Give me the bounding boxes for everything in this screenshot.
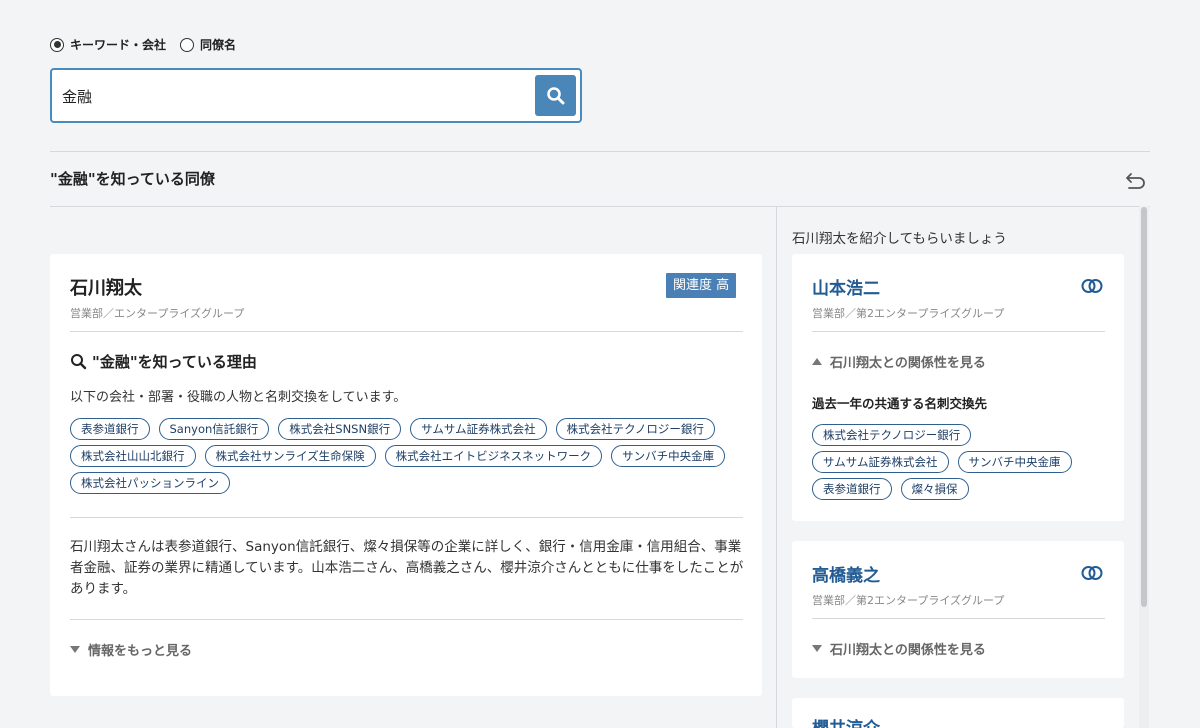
search-button[interactable] xyxy=(535,75,576,116)
company-tag[interactable]: 株式会社山山北銀行 xyxy=(70,445,196,467)
relation-toggle-label: 石川翔太との関係性を見る xyxy=(830,356,986,371)
relation-toggle[interactable]: 石川翔太との関係性を見る xyxy=(812,352,986,371)
introducer-card: 山本浩二 営業部／第2エンタープライズグループ 石川翔太との関係性を見る 過去一… xyxy=(792,254,1124,521)
company-tag[interactable]: サムサム証券株式会社 xyxy=(410,418,547,440)
search-icon xyxy=(71,353,87,369)
card-divider xyxy=(70,619,743,620)
company-tag[interactable]: 株式会社テクノロジー銀行 xyxy=(555,418,715,440)
section-top-divider xyxy=(50,151,1150,152)
company-tag[interactable]: 表参道銀行 xyxy=(812,478,892,500)
company-tag[interactable]: 燦々損保 xyxy=(900,478,969,500)
radio-selected-indicator xyxy=(50,37,64,52)
card-divider xyxy=(812,618,1105,619)
relation-toggle[interactable]: 石川翔太との関係性を見る xyxy=(812,639,986,658)
company-tag[interactable]: サンバチ中央金庫 xyxy=(611,445,726,467)
radio-colleague-label: 同僚名 xyxy=(200,38,237,52)
company-tag[interactable]: 株式会社エイトビジネスネットワーク xyxy=(384,445,603,467)
triangle-down-icon xyxy=(812,645,822,652)
section-bottom-divider xyxy=(50,206,1150,207)
company-tag[interactable]: 表参道銀行 xyxy=(70,418,150,440)
introducer-card: 高橋義之 営業部／第2エンタープライズグループ 石川翔太との関係性を見る xyxy=(792,541,1124,678)
company-tag[interactable]: Sanyon信託銀行 xyxy=(158,418,270,440)
company-tag-list: 表参道銀行 Sanyon信託銀行 株式会社SNSN銀行 サムサム証券株式会社 株… xyxy=(70,418,750,494)
search-mode-selector: キーワード・会社 同僚名 xyxy=(50,36,236,53)
introducer-dept: 営業部／第2エンタープライズグループ xyxy=(812,307,1005,320)
card-divider xyxy=(70,517,743,518)
introducer-dept: 営業部／第2エンタープライズグループ xyxy=(812,594,1005,607)
reason-title: "金融"を知っている理由 xyxy=(70,351,257,372)
relation-toggle-label: 石川翔太との関係性を見る xyxy=(830,643,986,658)
colleague-description: 石川翔太さんは表参道銀行、Sanyon信託銀行、燦々損保等の企業に詳しく、銀行・… xyxy=(70,539,744,597)
card-divider xyxy=(70,331,743,332)
introducer-card: 櫻井涼介 xyxy=(792,698,1124,728)
section-title: "金融"を知っている同僚 xyxy=(50,170,215,188)
colleague-name: 石川翔太 xyxy=(70,278,142,299)
company-tag[interactable]: サンバチ中央金庫 xyxy=(957,451,1072,473)
show-more-toggle[interactable]: 情報をもっと見る xyxy=(70,640,192,659)
link-rings-icon[interactable] xyxy=(1080,565,1104,581)
triangle-down-icon xyxy=(70,646,80,653)
panel-divider xyxy=(776,206,777,728)
introducer-name[interactable]: 高橋義之 xyxy=(812,561,880,586)
reason-title-text: "金融"を知っている理由 xyxy=(92,353,257,371)
radio-keyword-label: キーワード・会社 xyxy=(70,38,167,52)
common-contacts-title: 過去一年の共通する名刺交換先 xyxy=(812,396,988,411)
colleague-card: 石川翔太 営業部／エンタープライズグループ 関連度 高 "金融"を知っている理由… xyxy=(50,254,762,696)
introducer-name[interactable]: 櫻井涼介 xyxy=(812,714,880,728)
company-tag[interactable]: 株式会社サンライズ生命保険 xyxy=(204,445,376,467)
relevance-badge: 関連度 高 xyxy=(666,273,737,298)
search-icon xyxy=(546,86,564,104)
common-tag-list: 株式会社テクノロジー銀行 サムサム証券株式会社 サンバチ中央金庫 表参道銀行 燦… xyxy=(812,424,1112,500)
search-input[interactable] xyxy=(62,82,522,110)
intro-panel-title: 石川翔太を紹介してもらいましょう xyxy=(792,231,1007,247)
company-tag[interactable]: 株式会社パッションライン xyxy=(70,472,230,494)
reason-subtitle: 以下の会社・部署・役職の人物と名刺交換をしています。 xyxy=(70,390,407,405)
search-box xyxy=(50,68,582,123)
colleague-dept: 営業部／エンタープライズグループ xyxy=(70,307,245,320)
link-rings-icon[interactable] xyxy=(1080,278,1104,294)
radio-keyword-company[interactable]: キーワード・会社 xyxy=(50,36,166,53)
show-more-label: 情報をもっと見る xyxy=(88,644,193,659)
company-tag[interactable]: サムサム証券株式会社 xyxy=(812,451,949,473)
radio-colleague-name[interactable]: 同僚名 xyxy=(180,36,236,53)
company-tag[interactable]: 株式会社SNSN銀行 xyxy=(278,418,402,440)
company-tag[interactable]: 株式会社テクノロジー銀行 xyxy=(812,424,972,446)
triangle-up-icon xyxy=(812,358,822,365)
introducer-name[interactable]: 山本浩二 xyxy=(812,274,880,299)
radio-unselected-indicator xyxy=(180,37,195,52)
undo-arrow-icon[interactable] xyxy=(1124,168,1148,190)
scrollbar-thumb[interactable] xyxy=(1141,207,1147,607)
card-divider xyxy=(812,331,1105,332)
